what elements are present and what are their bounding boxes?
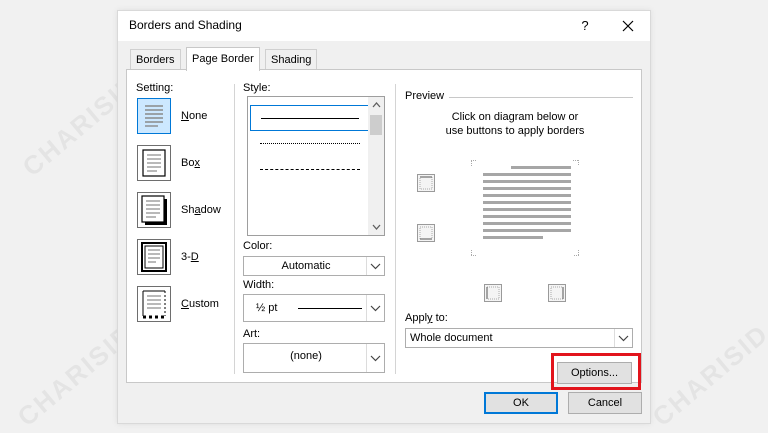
style-item-small-dash[interactable] [250, 157, 370, 183]
width-value: ½ pt [256, 302, 278, 314]
preview-text-line [483, 187, 571, 190]
preview-instruction-2: use buttons to apply borders [445, 125, 585, 137]
setting-box-icon[interactable] [137, 145, 171, 181]
style-scrollbar[interactable] [368, 97, 384, 235]
tab-borders-label: Borders [136, 54, 175, 66]
setting-shadow-label[interactable]: Shadow [181, 204, 221, 216]
options-button-label: Options... [570, 367, 619, 379]
color-dropdown[interactable]: Automatic [243, 256, 385, 276]
watermark: CHARISID [646, 318, 768, 433]
style-heading: Style: [243, 82, 271, 94]
preview-heading-rule [449, 97, 633, 98]
chevron-down-icon[interactable] [366, 257, 384, 275]
width-heading: Width: [243, 279, 275, 291]
style-item-solid[interactable] [250, 105, 370, 131]
setting-box-label[interactable]: Box [181, 157, 200, 169]
divider [395, 84, 396, 374]
left-border-button[interactable] [484, 284, 502, 302]
preview-instruction-1: Click on diagram below or [451, 111, 579, 123]
scroll-thumb[interactable] [370, 115, 382, 135]
title-bar: Borders and Shading ? [118, 11, 650, 41]
width-dropdown[interactable]: ½ pt [243, 294, 385, 322]
tab-shading[interactable]: Shading [265, 49, 318, 70]
corner-mark [471, 160, 477, 166]
options-button[interactable]: Options... [557, 362, 632, 384]
setting-custom-icon[interactable] [137, 286, 171, 322]
preview-text-line [483, 173, 571, 176]
preview-text-line [483, 215, 571, 218]
chevron-down-icon[interactable] [366, 344, 384, 372]
divider [234, 84, 235, 374]
page-border-panel: Setting: None Box Shadow 3-D Custom Styl… [126, 69, 642, 390]
preview-text-line [483, 208, 571, 211]
setting-3d-label[interactable]: 3-D [181, 251, 199, 263]
corner-mark [573, 160, 579, 166]
preview-diagram[interactable] [471, 160, 579, 256]
tab-page-border[interactable]: Page Border [186, 47, 260, 71]
chevron-down-icon[interactable] [366, 295, 384, 321]
preview-area: Preview Click on diagram below or use bu… [397, 84, 633, 306]
style-item-dotted[interactable] [250, 131, 370, 157]
bottom-border-icon [419, 226, 433, 240]
apply-to-heading: Apply to: [405, 312, 448, 324]
setting-3d-icon[interactable] [137, 239, 171, 275]
preview-text-line [483, 194, 571, 197]
tab-page-border-label: Page Border [192, 53, 254, 65]
setting-heading: Setting: [136, 82, 174, 94]
setting-custom-label[interactable]: Custom [181, 298, 219, 310]
scroll-down-icon[interactable] [368, 219, 384, 235]
preview-text-line [511, 166, 571, 169]
tab-borders[interactable]: Borders [130, 49, 181, 70]
art-heading: Art: [243, 328, 261, 340]
preview-text-line [483, 236, 543, 239]
setting-none-icon[interactable] [137, 98, 171, 134]
top-border-icon [419, 176, 433, 190]
close-icon [622, 20, 634, 32]
ok-button[interactable]: OK [484, 392, 558, 414]
bottom-border-button[interactable] [417, 224, 435, 242]
dialog-title: Borders and Shading [129, 18, 242, 32]
color-value: Automatic [281, 260, 331, 272]
top-border-button[interactable] [417, 174, 435, 192]
right-border-button[interactable] [548, 284, 566, 302]
apply-to-dropdown[interactable]: Whole document [405, 328, 633, 348]
preview-text-line [483, 201, 571, 204]
chevron-down-icon[interactable] [614, 329, 632, 347]
preview-text-line [483, 229, 571, 232]
style-item-dash-dot[interactable] [250, 209, 370, 235]
setting-shadow-icon[interactable] [137, 192, 171, 228]
borders-and-shading-dialog: Borders and Shading ? Borders Page Borde… [117, 10, 651, 424]
art-value: (none) [290, 350, 322, 362]
corner-mark [573, 250, 579, 256]
apply-to-value: Whole document [410, 332, 493, 344]
style-item-dash[interactable] [250, 183, 370, 209]
art-dropdown[interactable]: (none) [243, 343, 385, 373]
setting-none-label[interactable]: None [181, 110, 207, 122]
cancel-button[interactable]: Cancel [568, 392, 642, 414]
right-border-icon [550, 286, 564, 300]
color-heading: Color: [243, 240, 273, 252]
help-button[interactable]: ? [575, 16, 595, 36]
preview-text-line [483, 180, 571, 183]
cancel-button-label: Cancel [587, 397, 623, 409]
ok-button-label: OK [513, 397, 529, 409]
corner-mark [471, 250, 477, 256]
scroll-up-icon[interactable] [368, 97, 384, 113]
width-line-sample [298, 308, 362, 309]
preview-text-line [483, 222, 571, 225]
close-button[interactable] [618, 16, 638, 36]
style-listbox[interactable] [247, 96, 385, 236]
left-border-icon [486, 286, 500, 300]
preview-heading: Preview [405, 90, 445, 102]
tab-shading-label: Shading [271, 54, 312, 66]
